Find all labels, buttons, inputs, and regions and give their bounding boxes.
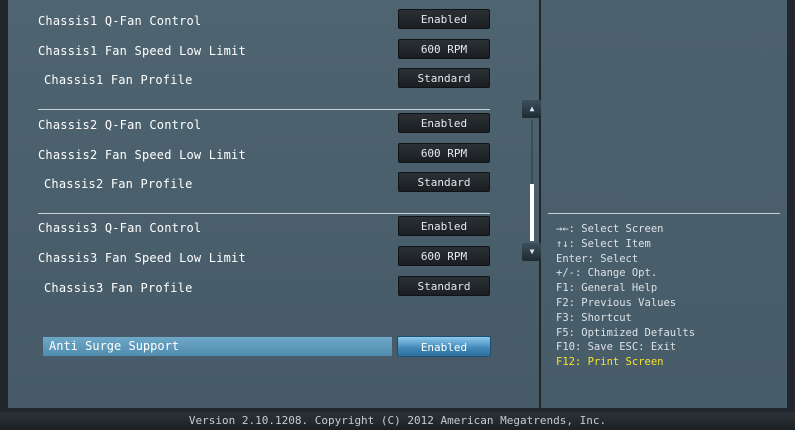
- help-f10: F10: Save ESC: Exit: [556, 341, 677, 354]
- setting-value-dropdown[interactable]: 600 RPM: [398, 246, 490, 266]
- help-select-screen: →←: Select Screen: [556, 223, 664, 235]
- help-change-opt: +/-: Change Opt.: [556, 267, 658, 280]
- help-enter: Enter: Select: [556, 252, 639, 265]
- setting-label: Chassis3 Fan Profile: [44, 281, 193, 295]
- setting-chassis1-fan-profile[interactable]: Chassis1 Fan Profile Standard: [38, 68, 498, 92]
- setting-value-dropdown[interactable]: 600 RPM: [398, 39, 490, 59]
- help-f5: F5: Optimized Defaults: [556, 326, 696, 339]
- setting-chassis3-fan-profile[interactable]: Chassis3 Fan Profile Standard: [38, 276, 498, 300]
- help-f3: F3: Shortcut: [556, 311, 632, 324]
- setting-label: Chassis3 Fan Speed Low Limit: [38, 251, 246, 265]
- setting-chassis2-qfan-control[interactable]: Chassis2 Q-Fan Control Enabled: [38, 113, 498, 137]
- setting-value-anti-surge[interactable]: Enabled: [397, 336, 491, 357]
- setting-label: Chassis2 Q-Fan Control: [38, 118, 202, 132]
- key-help-list: →←: Select Screen ↑↓: Select Item Enter:…: [556, 222, 695, 370]
- help-f1: F1: General Help: [556, 282, 658, 295]
- setting-label: Chassis1 Fan Profile: [44, 73, 193, 87]
- group-divider: [38, 213, 490, 214]
- setting-value-dropdown[interactable]: Enabled: [398, 216, 490, 236]
- settings-panel: Chassis1 Q-Fan Control Enabled Chassis1 …: [8, 0, 542, 408]
- setting-label: Chassis1 Q-Fan Control: [38, 14, 202, 28]
- setting-label-anti-surge: Anti Surge Support: [49, 339, 180, 353]
- help-f2: F2: Previous Values: [556, 296, 677, 309]
- setting-label: Chassis1 Fan Speed Low Limit: [38, 44, 246, 58]
- setting-chassis2-fan-speed-low-limit[interactable]: Chassis2 Fan Speed Low Limit 600 RPM: [38, 143, 498, 167]
- help-f12: F12: Print Screen: [556, 356, 664, 369]
- setting-value-dropdown[interactable]: 600 RPM: [398, 143, 490, 163]
- scroll-up-icon[interactable]: ▲: [522, 100, 542, 118]
- scroll-down-icon[interactable]: ▼: [522, 243, 542, 261]
- setting-chassis1-fan-speed-low-limit[interactable]: Chassis1 Fan Speed Low Limit 600 RPM: [38, 39, 498, 63]
- help-select-item: ↑↓: Select Item: [556, 237, 651, 250]
- setting-label: Chassis3 Q-Fan Control: [38, 221, 202, 235]
- setting-value-dropdown[interactable]: Standard: [398, 68, 490, 88]
- help-divider: [548, 213, 780, 214]
- setting-chassis3-qfan-control[interactable]: Chassis3 Q-Fan Control Enabled: [38, 216, 498, 240]
- scroll-thumb[interactable]: [530, 184, 534, 241]
- setting-chassis2-fan-profile[interactable]: Chassis2 Fan Profile Standard: [38, 172, 498, 196]
- setting-label: Chassis2 Fan Profile: [44, 177, 193, 191]
- setting-chassis1-qfan-control[interactable]: Chassis1 Q-Fan Control Enabled: [38, 9, 498, 33]
- bios-window: Chassis1 Q-Fan Control Enabled Chassis1 …: [0, 0, 795, 430]
- setting-value-dropdown[interactable]: Enabled: [398, 113, 490, 133]
- group-divider: [38, 109, 490, 110]
- setting-chassis3-fan-speed-low-limit[interactable]: Chassis3 Fan Speed Low Limit 600 RPM: [38, 246, 498, 270]
- setting-label: Chassis2 Fan Speed Low Limit: [38, 148, 246, 162]
- version-footer: Version 2.10.1208. Copyright (C) 2012 Am…: [0, 412, 795, 430]
- setting-value-dropdown[interactable]: Standard: [398, 276, 490, 296]
- setting-value-dropdown[interactable]: Enabled: [398, 9, 490, 29]
- setting-value-dropdown[interactable]: Standard: [398, 172, 490, 192]
